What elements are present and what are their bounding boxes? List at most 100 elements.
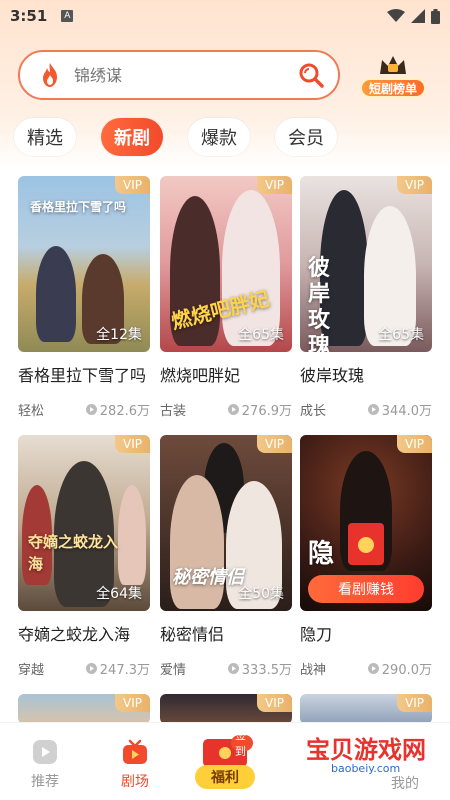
drama-poster[interactable]: 香格里拉下雪了吗 VIP 全12集 [18, 176, 150, 352]
drama-title[interactable]: 燃烧吧胖妃 [160, 362, 292, 386]
drama-card[interactable]: VIP [300, 694, 432, 724]
tab-new-drama[interactable]: 新剧 [101, 118, 163, 156]
drama-views: 247.3万 [85, 659, 150, 678]
vip-badge: VIP [115, 176, 150, 194]
drama-card[interactable]: 秘密情侣 VIP 全50集 秘密情侣 爱情 333.5万 [160, 435, 292, 678]
drama-genre: 战神 [300, 663, 327, 678]
drama-poster[interactable]: 燃烧吧胖妃 VIP 全65集 [160, 176, 292, 352]
play-icon [227, 404, 239, 415]
poster-title-text: 彼岸玫瑰 [308, 256, 331, 352]
ranking-trophy-icon [380, 56, 406, 74]
drama-title[interactable]: 隐刀 [300, 621, 432, 645]
watch-earn-button[interactable]: 看剧赚钱 [308, 575, 424, 603]
drama-meta: 成长 344.0万 [300, 400, 432, 419]
drama-poster[interactable]: 隐 看剧赚钱 VIP [300, 435, 432, 611]
drama-meta: 轻松 282.6万 [18, 400, 150, 419]
tab-vip[interactable]: 会员 [275, 118, 337, 156]
tab-featured[interactable]: 精选 [14, 118, 76, 156]
drama-views: 344.0万 [367, 400, 432, 419]
battery-icon [431, 8, 440, 24]
episode-count: 全65集 [378, 327, 424, 343]
nav-welfare-label: 福利 [195, 765, 255, 789]
search-input[interactable] [74, 65, 294, 85]
nav-placeholder [270, 723, 360, 800]
drama-poster[interactable]: VIP [300, 694, 432, 724]
view-count: 333.5万 [241, 663, 292, 678]
drama-genre: 轻松 [18, 404, 45, 419]
vip-badge: VIP [397, 694, 432, 712]
view-count: 290.0万 [381, 663, 432, 678]
drama-card[interactable]: 夺嫡之蛟龙入海 VIP 全64集 夺嫡之蛟龙入海 穿越 247.3万 [18, 435, 150, 678]
ranking-label: 短剧榜单 [360, 78, 426, 98]
search-row: 短剧榜单 [18, 50, 438, 100]
drama-genre: 爱情 [160, 663, 187, 678]
drama-card[interactable]: 香格里拉下雪了吗 VIP 全12集 香格里拉下雪了吗 轻松 282.6万 [18, 176, 150, 419]
view-count: 282.6万 [99, 404, 150, 419]
signal-icon [411, 9, 425, 23]
bottom-navigation: 推荐 剧场 签到 福利 我的 [0, 722, 450, 800]
search-icon[interactable] [298, 62, 324, 88]
poster-title-text: 秘密情侣 [172, 567, 244, 588]
nav-mine-label: 我的 [391, 776, 419, 792]
vip-badge: VIP [397, 435, 432, 453]
nav-theater-label: 剧场 [121, 774, 149, 790]
nav-mine[interactable]: 我的 [360, 723, 450, 800]
play-icon [367, 663, 379, 674]
drama-title[interactable]: 夺嫡之蛟龙入海 [18, 621, 150, 645]
red-envelope-icon [348, 523, 384, 565]
vip-badge: VIP [115, 694, 150, 712]
fire-icon [43, 63, 57, 87]
drama-ranking-button[interactable]: 短剧榜单 [356, 54, 430, 100]
nav-welfare[interactable]: 签到 福利 [180, 723, 270, 800]
drama-card[interactable]: VIP [18, 694, 150, 724]
tv-icon [123, 739, 147, 764]
poster-figure [118, 485, 146, 585]
watch-earn-promo[interactable]: 看剧赚钱 [308, 523, 424, 603]
drama-title[interactable]: 彼岸玫瑰 [300, 362, 432, 386]
drama-genre: 穿越 [18, 663, 45, 678]
drama-meta: 古装 276.9万 [160, 400, 292, 419]
sign-in-badge: 签到 [231, 729, 253, 758]
status-bar: 3:51 A [0, 0, 450, 32]
drama-poster[interactable]: 秘密情侣 VIP 全50集 [160, 435, 292, 611]
drama-card[interactable]: 隐 看剧赚钱 VIP 隐刀 战神 290.0万 [300, 435, 432, 678]
drama-poster[interactable]: 夺嫡之蛟龙入海 VIP 全64集 [18, 435, 150, 611]
wifi-icon [387, 9, 405, 22]
episode-count: 全12集 [96, 327, 142, 343]
play-icon [85, 663, 97, 674]
drama-title[interactable]: 秘密情侣 [160, 621, 292, 645]
drama-title[interactable]: 香格里拉下雪了吗 [18, 362, 150, 386]
drama-genre: 古装 [160, 404, 187, 419]
nav-recommend-label: 推荐 [31, 774, 59, 790]
drama-meta: 战神 290.0万 [300, 659, 432, 678]
tab-popular[interactable]: 爆款 [188, 118, 250, 156]
poster-title-text: 香格里拉下雪了吗 [30, 200, 127, 214]
nav-recommend[interactable]: 推荐 [0, 723, 90, 800]
poster-figure [222, 190, 280, 346]
episode-count: 全64集 [96, 586, 142, 602]
drama-card[interactable]: VIP [160, 694, 292, 724]
drama-views: 282.6万 [85, 400, 150, 419]
view-count: 344.0万 [381, 404, 432, 419]
play-icon [367, 404, 379, 415]
drama-views: 290.0万 [367, 659, 432, 678]
episode-count: 全65集 [238, 327, 284, 343]
drama-views: 276.9万 [227, 400, 292, 419]
drama-meta: 穿越 247.3万 [18, 659, 150, 678]
drama-poster[interactable]: VIP [18, 694, 150, 724]
poster-title-text: 夺嫡之蛟龙入海 [28, 533, 119, 573]
view-count: 276.9万 [241, 404, 292, 419]
status-time: 3:51 [10, 7, 48, 25]
vip-badge: VIP [397, 176, 432, 194]
sim-icon: A [61, 10, 74, 22]
search-bar[interactable] [18, 50, 340, 100]
play-circle-icon [33, 740, 57, 764]
drama-poster[interactable]: VIP [160, 694, 292, 724]
category-tabs: 精选 新剧 爆款 会员 [14, 118, 444, 158]
vip-badge: VIP [257, 435, 292, 453]
drama-poster[interactable]: 彼岸玫瑰 VIP 全65集 [300, 176, 432, 352]
nav-theater[interactable]: 剧场 [90, 723, 180, 800]
vip-badge: VIP [257, 176, 292, 194]
drama-card[interactable]: 燃烧吧胖妃 VIP 全65集 燃烧吧胖妃 古装 276.9万 [160, 176, 292, 419]
drama-card[interactable]: 彼岸玫瑰 VIP 全65集 彼岸玫瑰 成长 344.0万 [300, 176, 432, 419]
